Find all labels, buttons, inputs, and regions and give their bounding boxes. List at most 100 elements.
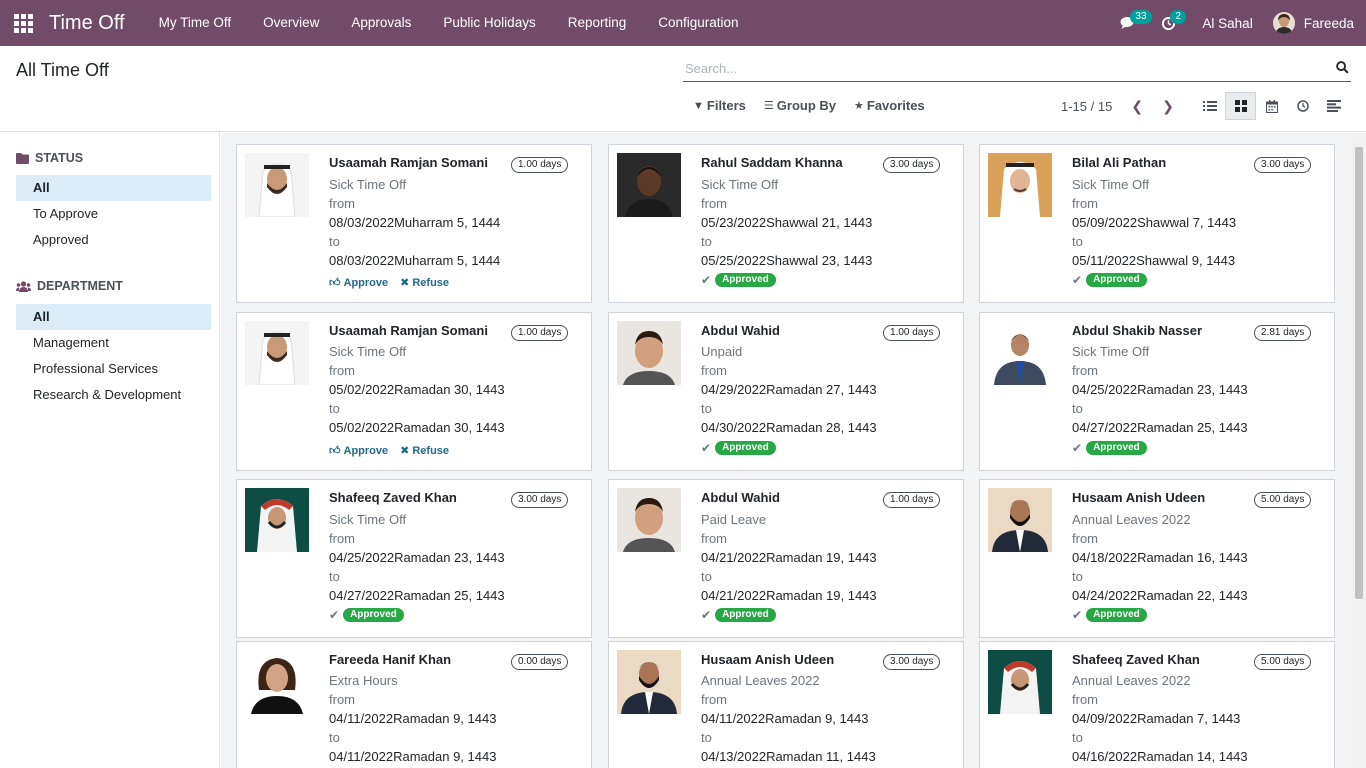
- calendar-icon: [1265, 99, 1278, 113]
- menu-overview[interactable]: Overview: [247, 0, 335, 46]
- from-label: from: [329, 531, 355, 546]
- leave-type: Annual Leaves 2022: [1072, 673, 1191, 688]
- from-label: from: [1072, 692, 1098, 707]
- duration-badge: 3.00 days: [883, 157, 941, 173]
- check-icon: ✔: [701, 273, 712, 287]
- activities-button[interactable]: 2: [1148, 0, 1188, 46]
- folder-icon: [16, 152, 29, 164]
- leave-card[interactable]: Shafeeq Zaved Khan 5.00 days Annual Leav…: [979, 641, 1335, 768]
- status-row: ✔ Approved: [701, 273, 776, 287]
- bars-icon: ☰: [763, 100, 774, 112]
- status-row: ✔ Approved: [329, 608, 404, 622]
- to-date: 05/02/2022Ramadan 30, 1443: [329, 420, 505, 435]
- leave-type: Unpaid: [701, 344, 743, 359]
- approved-badge: Approved: [1086, 441, 1147, 455]
- group-by-button[interactable]: ☰ Group By: [764, 98, 836, 113]
- chevron-right-icon[interactable]: ❯: [1162, 98, 1174, 115]
- employee-avatar: [245, 153, 309, 217]
- leave-type: Annual Leaves 2022: [1072, 512, 1191, 527]
- employee-name: Fareeda Hanif Khan: [329, 652, 452, 667]
- kanban-scrollbar[interactable]: [1352, 133, 1366, 768]
- refuse-button[interactable]: ✖ Refuse: [400, 444, 449, 458]
- department-filter-all[interactable]: All: [16, 304, 211, 330]
- from-label: from: [1072, 363, 1098, 378]
- approve-button[interactable]: 👍︎ Approve: [329, 444, 388, 458]
- status-filter-all[interactable]: All: [16, 175, 211, 201]
- from-date: 05/23/2022Shawwal 21, 1443: [701, 215, 873, 230]
- menu-my-time-off[interactable]: My Time Off: [143, 0, 248, 46]
- gantt-view-button[interactable]: [1318, 92, 1349, 120]
- app-title[interactable]: Time Off: [49, 12, 125, 35]
- calendar-view-button[interactable]: [1256, 92, 1287, 120]
- kanban-view: Usaamah Ramjan Somani 1.00 days Sick Tim…: [221, 133, 1352, 768]
- favorites-button[interactable]: ★ Favorites: [854, 98, 925, 113]
- pager-range[interactable]: 1-15 / 15: [1061, 99, 1112, 114]
- approved-badge: Approved: [715, 441, 776, 455]
- department-filter-research-development[interactable]: Research & Development: [16, 382, 211, 408]
- employee-avatar: [245, 321, 309, 385]
- to-date: 04/27/2022Ramadan 25, 1443: [1072, 420, 1248, 435]
- search-icon[interactable]: [1336, 61, 1349, 74]
- leave-card[interactable]: Rahul Saddam Khanna 3.00 days Sick Time …: [608, 144, 964, 303]
- leave-card[interactable]: Shafeeq Zaved Khan 3.00 days Sick Time O…: [236, 479, 592, 638]
- kanban-icon: [1234, 100, 1247, 112]
- department-filter-management[interactable]: Management: [16, 330, 211, 356]
- duration-badge: 5.00 days: [1254, 492, 1312, 508]
- employee-avatar: [988, 650, 1052, 714]
- approved-badge: Approved: [1086, 608, 1147, 622]
- leave-type: Sick Time Off: [701, 177, 779, 192]
- check-icon: ✔: [701, 608, 712, 622]
- duration-badge: 1.00 days: [511, 325, 569, 341]
- company-switcher[interactable]: Al Sahal: [1188, 16, 1272, 31]
- employee-name: Shafeeq Zaved Khan: [1072, 652, 1200, 667]
- department-filter-professional-services[interactable]: Professional Services: [16, 356, 211, 382]
- status-filter-approved[interactable]: Approved: [16, 227, 211, 253]
- department-section-header: Department: [0, 276, 219, 296]
- leave-card[interactable]: Abdul Wahid 1.00 days Paid Leave from 04…: [608, 479, 964, 638]
- chevron-left-icon[interactable]: ❮: [1131, 98, 1143, 115]
- employee-avatar: [245, 650, 309, 714]
- employee-name: Bilal Ali Pathan: [1072, 155, 1167, 170]
- menu-configuration[interactable]: Configuration: [642, 0, 754, 46]
- to-label: to: [1072, 401, 1083, 416]
- from-date: 04/25/2022Ramadan 23, 1443: [1072, 382, 1248, 397]
- scrollbar-thumb[interactable]: [1355, 147, 1363, 599]
- menu-public-holidays[interactable]: Public Holidays: [427, 0, 551, 46]
- leave-card[interactable]: Husaam Anish Udeen 3.00 days Annual Leav…: [608, 641, 964, 768]
- list-view-button[interactable]: [1194, 92, 1225, 120]
- from-date: 04/18/2022Ramadan 16, 1443: [1072, 550, 1248, 565]
- filters-button[interactable]: ▼ Filters: [693, 98, 746, 113]
- leave-card[interactable]: Usaamah Ramjan Somani 1.00 days Sick Tim…: [236, 144, 592, 303]
- kanban-view-button[interactable]: [1225, 92, 1256, 120]
- leave-card[interactable]: Husaam Anish Udeen 5.00 days Annual Leav…: [979, 479, 1335, 638]
- messages-button[interactable]: 33: [1108, 0, 1152, 46]
- leave-type: Annual Leaves 2022: [701, 673, 820, 688]
- user-menu[interactable]: Fareeda: [1272, 12, 1366, 34]
- employee-avatar: [617, 650, 681, 714]
- menu-approvals[interactable]: Approvals: [335, 0, 427, 46]
- activity-view-button[interactable]: [1287, 92, 1318, 120]
- leave-type: Extra Hours: [329, 673, 398, 688]
- from-date: 05/09/2022Shawwal 7, 1443: [1072, 215, 1237, 230]
- to-label: to: [701, 401, 712, 416]
- menu-reporting[interactable]: Reporting: [552, 0, 643, 46]
- to-date: 08/03/2022Muharram 5, 1444: [329, 253, 501, 268]
- check-icon: ✔: [329, 608, 340, 622]
- apps-menu-icon[interactable]: [0, 0, 46, 46]
- refuse-button[interactable]: ✖ Refuse: [400, 276, 449, 290]
- approve-button[interactable]: 👍︎ Approve: [329, 276, 388, 290]
- leave-card[interactable]: Abdul Wahid 1.00 days Unpaid from 04/29/…: [608, 312, 964, 471]
- leave-card[interactable]: Fareeda Hanif Khan 0.00 days Extra Hours…: [236, 641, 592, 768]
- leave-card[interactable]: Bilal Ali Pathan 3.00 days Sick Time Off…: [979, 144, 1335, 303]
- from-label: from: [701, 531, 727, 546]
- from-date: 04/21/2022Ramadan 19, 1443: [701, 550, 877, 565]
- to-date: 04/11/2022Ramadan 9, 1443: [329, 749, 497, 764]
- leave-card[interactable]: Usaamah Ramjan Somani 1.00 days Sick Tim…: [236, 312, 592, 471]
- to-date: 05/25/2022Shawwal 23, 1443: [701, 253, 873, 268]
- close-icon: ✖: [400, 445, 410, 457]
- duration-badge: 3.00 days: [1254, 157, 1312, 173]
- status-filter-to-approve[interactable]: To Approve: [16, 201, 211, 227]
- search-input[interactable]: [683, 57, 1323, 79]
- leave-card[interactable]: Abdul Shakib Nasser 2.81 days Sick Time …: [979, 312, 1335, 471]
- to-date: 04/30/2022Ramadan 28, 1443: [701, 420, 877, 435]
